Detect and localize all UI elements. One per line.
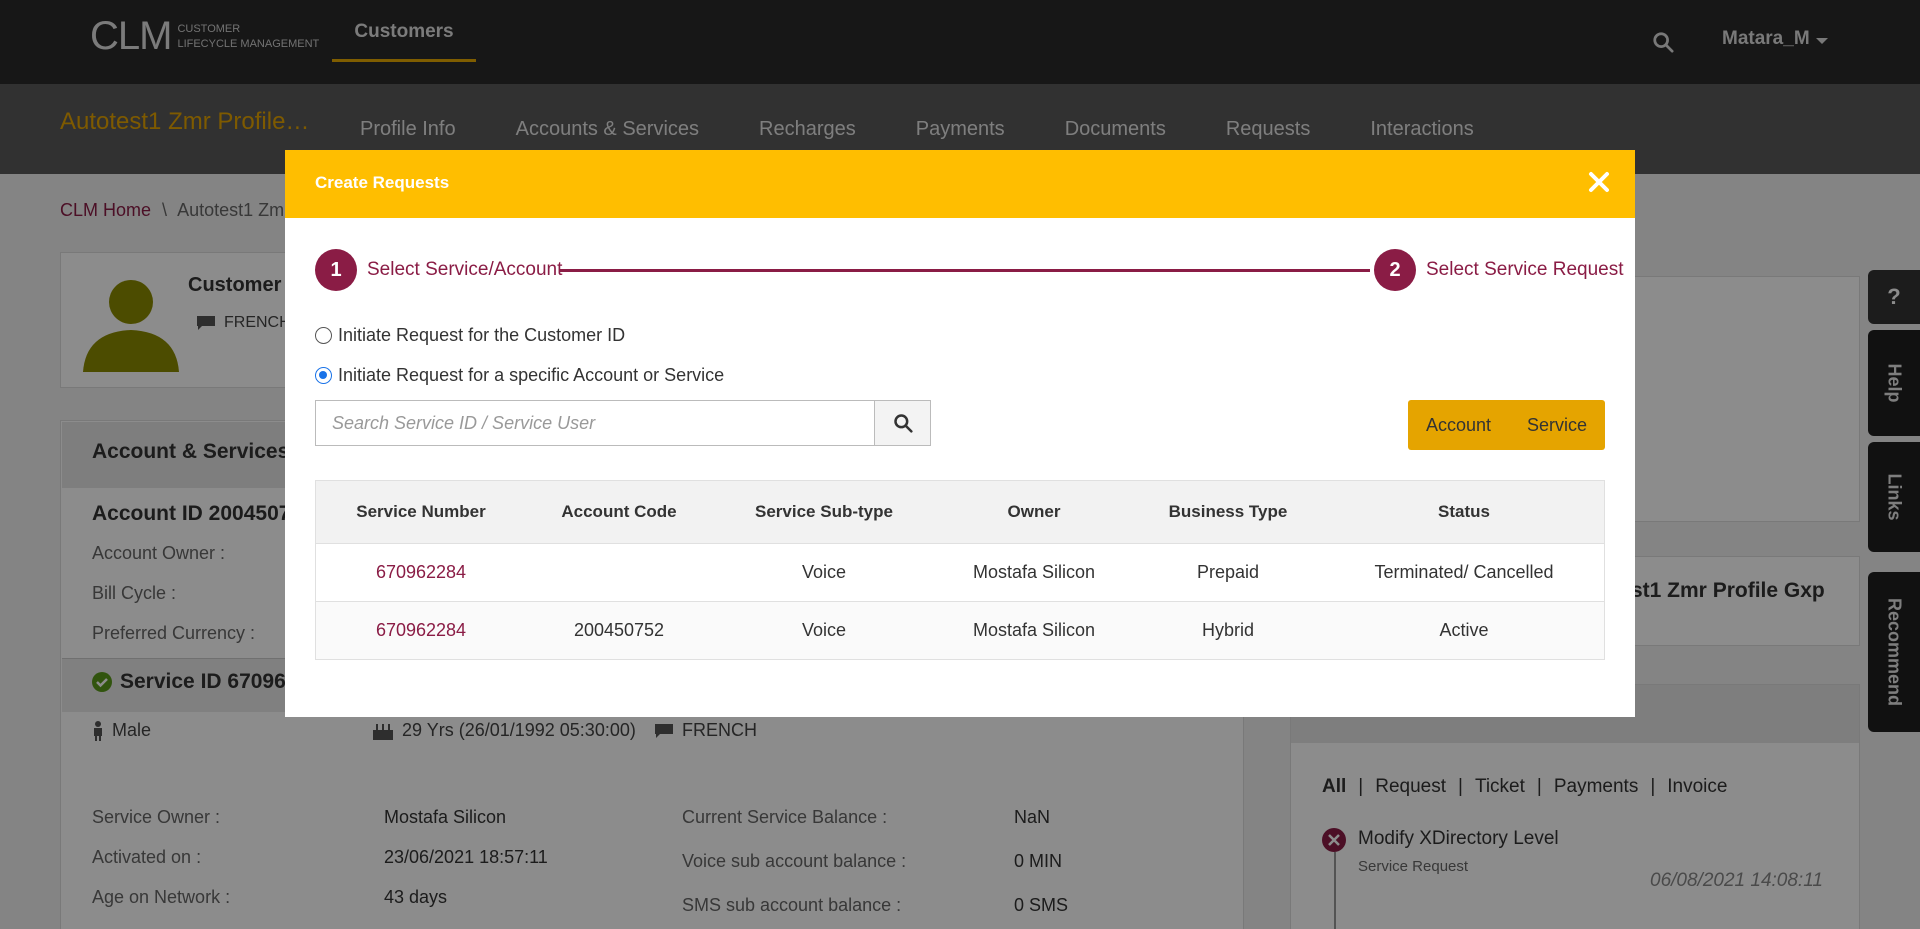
status-cell: Active [1439, 620, 1489, 640]
service-search-input[interactable]: Search Service ID / Service User [315, 400, 875, 446]
step-1-label: Select Service/Account [367, 259, 563, 280]
toggle-service[interactable]: Service [1527, 415, 1587, 436]
account-service-toggle: Account Service [1408, 400, 1605, 450]
column-header: Status [1438, 502, 1490, 521]
modal-header: Create Requests [285, 150, 1635, 218]
sub-type-cell: Voice [801, 620, 847, 640]
step-connector [560, 269, 1370, 272]
column-header: Service Number [356, 502, 486, 521]
search-button[interactable] [874, 400, 931, 446]
owner-cell: Mostafa Silicon [972, 562, 1096, 582]
owner-cell: Mostafa Silicon [972, 620, 1096, 640]
step-1: 1 Select Service/Account [315, 249, 562, 291]
service-number-link[interactable]: 670962284 [316, 562, 526, 583]
table-row[interactable]: 670962284 200450752 Voice Mostafa Silico… [316, 601, 1604, 659]
radio-specific-account[interactable]: Initiate Request for a specific Account … [315, 365, 724, 386]
table-header: Service Number Account Code Service Sub-… [316, 481, 1604, 543]
radio-specific-account-label: Initiate Request for a specific Account … [338, 365, 725, 385]
business-type-cell: Hybrid [1201, 620, 1254, 640]
step-2-label: Select Service Request [1426, 259, 1624, 280]
radio-customer-id-label: Initiate Request for the Customer ID [338, 325, 626, 345]
column-header: Account Code [561, 502, 677, 521]
radio-customer-id-control[interactable] [315, 327, 332, 344]
step-2-number: 2 [1374, 249, 1416, 291]
toggle-account[interactable]: Account [1426, 415, 1491, 436]
modal-title: Create Requests [315, 173, 450, 192]
close-icon[interactable] [1581, 164, 1617, 200]
sub-type-cell: Voice [801, 562, 847, 582]
service-number-link[interactable]: 670962284 [316, 620, 526, 641]
services-table: Service Number Account Code Service Sub-… [315, 480, 1605, 660]
radio-customer-id[interactable]: Initiate Request for the Customer ID [315, 325, 625, 346]
table-row[interactable]: 670962284 Voice Mostafa Silicon Prepaid … [316, 543, 1604, 601]
column-header: Business Type [1168, 502, 1288, 521]
column-header: Owner [1007, 502, 1061, 521]
account-code-cell: 200450752 [573, 620, 665, 640]
radio-specific-account-control[interactable] [315, 367, 332, 384]
step-1-number: 1 [315, 249, 357, 291]
search-icon [894, 414, 913, 433]
create-requests-modal: Create Requests 1 Select Service/Account… [285, 150, 1635, 717]
business-type-cell: Prepaid [1196, 562, 1260, 582]
column-header: Service Sub-type [755, 502, 893, 521]
step-2: 2 Select Service Request [1374, 249, 1624, 291]
status-cell: Terminated/ Cancelled [1374, 562, 1554, 582]
